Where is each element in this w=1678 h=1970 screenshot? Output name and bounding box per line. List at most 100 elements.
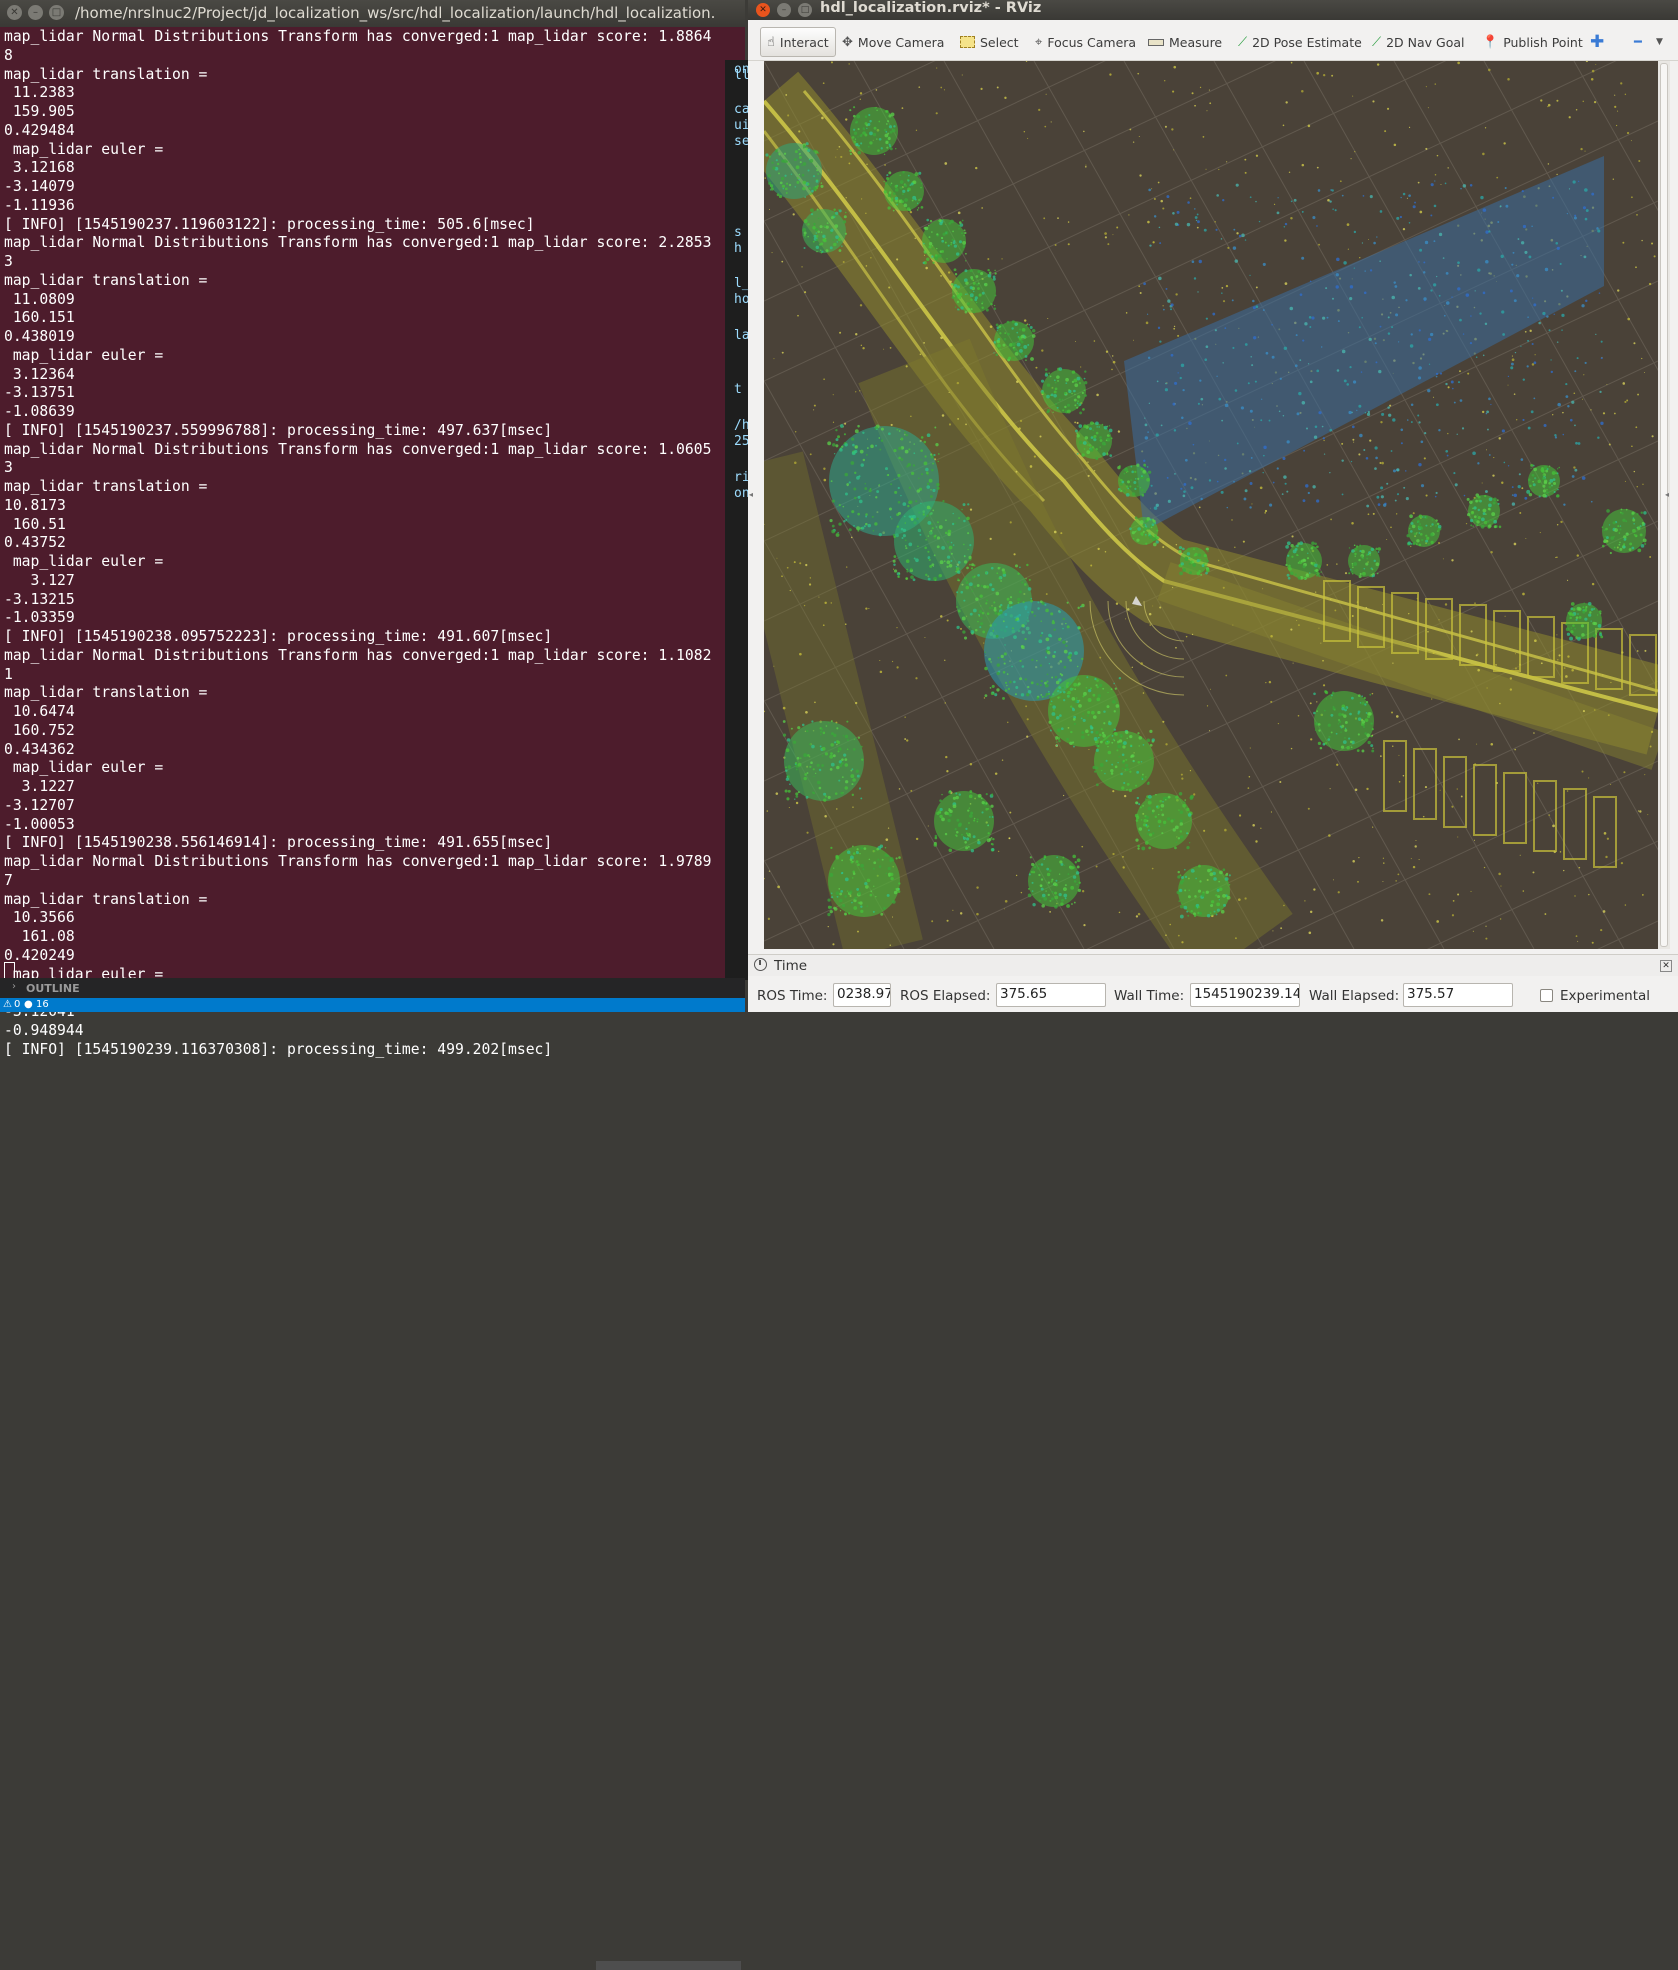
ruler-icon bbox=[1148, 38, 1164, 46]
move-arrows-icon: ✥ bbox=[842, 34, 853, 50]
terminal-line: [ INFO] [1545190238.556146914]: processi… bbox=[4, 834, 553, 852]
interact-label: Interact bbox=[779, 34, 829, 50]
ros-elapsed-label: ROS Elapsed: bbox=[900, 988, 991, 1004]
move-camera-tool-button[interactable]: ✥ Move Camera bbox=[842, 30, 944, 54]
terminal-output[interactable]: map_lidar Normal Distributions Transform… bbox=[4, 28, 739, 1059]
close-icon[interactable]: ✕ bbox=[1660, 960, 1672, 972]
editor-text-fragment: h bbox=[734, 241, 742, 256]
left-panel-collapse-handle[interactable]: ◂ bbox=[749, 490, 757, 499]
terminal-line: -0.948944 bbox=[4, 1021, 84, 1039]
parked-car-outline bbox=[1503, 772, 1527, 844]
outline-scrollbar[interactable] bbox=[596, 1961, 741, 1970]
chevron-down-icon: ▼ bbox=[1656, 37, 1663, 47]
terminal-title: /home/nrslnuc2/Project/jd_localization_w… bbox=[75, 4, 716, 22]
close-icon[interactable]: ✕ bbox=[7, 5, 22, 20]
minimize-icon[interactable]: – bbox=[777, 3, 791, 17]
warning-icon: ⚠ bbox=[3, 999, 12, 1010]
terminal-line: 3.127 bbox=[4, 571, 75, 589]
minus-icon: ━ bbox=[1634, 34, 1642, 50]
add-tool-button[interactable]: ✚ bbox=[1590, 30, 1609, 54]
wall-time-field[interactable]: 1545190239.14 bbox=[1190, 983, 1300, 1007]
terminal-line: -3.13215 bbox=[4, 590, 75, 608]
terminal-line: map_lidar Normal Distributions Transform… bbox=[4, 853, 712, 870]
focus-camera-tool-button[interactable]: ⌖ Focus Camera bbox=[1035, 30, 1136, 54]
terminal-line: [ INFO] [1545190238.095752223]: processi… bbox=[4, 628, 553, 645]
select-box-icon bbox=[960, 36, 975, 48]
parked-car-outline bbox=[1593, 796, 1617, 868]
terminal-line: 1 bbox=[4, 665, 13, 683]
measure-tool-button[interactable]: Measure bbox=[1148, 30, 1222, 54]
wall-elapsed-field[interactable]: 375.57 bbox=[1403, 983, 1513, 1007]
tree-points bbox=[1042, 369, 1086, 413]
rviz-window[interactable]: ✕ – □ hdl_localization.rviz* - RViz ☝ In… bbox=[748, 0, 1678, 1012]
wall-time-label: Wall Time: bbox=[1114, 988, 1185, 1004]
terminal-line: 0.420249 bbox=[4, 946, 75, 964]
terminal-line: [ INFO] [1545190237.119603122]: processi… bbox=[4, 215, 535, 233]
ros-time-field[interactable]: 0238.97 bbox=[833, 983, 891, 1007]
splitter-handle[interactable] bbox=[1660, 63, 1668, 947]
terminal-line: [ INFO] [1545190239.116370308]: processi… bbox=[4, 1040, 553, 1058]
parked-car-outline bbox=[1533, 780, 1557, 852]
terminal-line: 159.905 bbox=[4, 103, 75, 120]
terminal-line: -1.08639 bbox=[4, 403, 75, 420]
measure-label: Measure bbox=[1169, 34, 1223, 50]
select-label: Select bbox=[980, 34, 1019, 50]
editor-status-bar: ⚠ 0 ● 16 bbox=[0, 998, 745, 1012]
time-panel-title: Time bbox=[774, 958, 808, 974]
parked-car-outline bbox=[1473, 764, 1497, 836]
interact-tool-button[interactable]: ☝ Interact bbox=[760, 27, 836, 57]
tree-points bbox=[1408, 515, 1440, 547]
terminal-window[interactable]: ✕ – □ /home/nrslnuc2/Project/jd_localiza… bbox=[0, 0, 745, 1058]
terminal-line: -3.13751 bbox=[4, 384, 75, 402]
pose-estimate-tool-button[interactable]: ⟋ 2D Pose Estimate bbox=[1238, 30, 1362, 54]
publish-point-tool-button[interactable]: 📍 Publish Point bbox=[1482, 30, 1583, 54]
close-icon[interactable]: ✕ bbox=[756, 3, 770, 17]
tree-points bbox=[828, 845, 900, 917]
info-icon: ● bbox=[24, 999, 33, 1010]
terminal-line: map_lidar Normal Distributions Transform… bbox=[4, 28, 712, 45]
viewport-splitter[interactable] bbox=[1658, 61, 1670, 949]
terminal-line: 160.752 bbox=[4, 721, 75, 739]
time-panel-header: Time ✕ bbox=[748, 954, 1678, 977]
3d-viewport[interactable] bbox=[764, 61, 1658, 949]
outline-panel-header[interactable]: › OUTLINE bbox=[0, 978, 745, 1970]
terminal-line: 160.51 bbox=[4, 515, 66, 533]
terminal-line: -1.11936 bbox=[4, 196, 75, 214]
terminal-line: map_lidar euler = bbox=[4, 553, 164, 570]
focus-camera-label: Focus Camera bbox=[1047, 34, 1137, 50]
terminal-line: map_lidar Normal Distributions Transform… bbox=[4, 234, 712, 252]
terminal-titlebar[interactable]: ✕ – □ /home/nrslnuc2/Project/jd_localiza… bbox=[0, 0, 745, 27]
terminal-line: 0.438019 bbox=[4, 328, 75, 345]
status-warnings[interactable]: 16 bbox=[36, 999, 49, 1010]
maximize-icon[interactable]: □ bbox=[49, 5, 64, 20]
terminal-line: -3.14079 bbox=[4, 178, 75, 195]
maximize-icon[interactable]: □ bbox=[798, 3, 812, 17]
terminal-line: 11.2383 bbox=[4, 84, 75, 102]
parked-car-outline bbox=[1443, 756, 1467, 828]
minimize-icon[interactable]: – bbox=[28, 5, 43, 20]
remove-tool-button[interactable]: ━ bbox=[1634, 30, 1647, 54]
crosshair-icon: ⌖ bbox=[1035, 34, 1043, 50]
terminal-line: 3.12364 bbox=[4, 365, 75, 383]
hand-pointer-icon: ☝ bbox=[767, 34, 775, 50]
terminal-line: 3.1227 bbox=[4, 778, 75, 795]
terminal-line: 3.12168 bbox=[4, 159, 75, 177]
background-editor-strip: on ll ca ui se s h l_ ho la t/h 25 ri on bbox=[725, 60, 750, 980]
point-cloud-map bbox=[764, 61, 1658, 949]
select-tool-button[interactable]: Select bbox=[960, 30, 1019, 54]
parked-car-outline bbox=[1413, 748, 1437, 820]
toolbar-menu-button[interactable]: ▼ bbox=[1656, 30, 1668, 54]
outline-label: OUTLINE bbox=[26, 982, 80, 995]
map-pin-icon: 📍 bbox=[1482, 34, 1499, 50]
editor-text-fragment: s bbox=[734, 225, 742, 240]
ros-time-label: ROS Time: bbox=[757, 988, 828, 1004]
nav-goal-tool-button[interactable]: ⟋ 2D Nav Goal bbox=[1372, 30, 1465, 54]
status-errors[interactable]: 0 bbox=[14, 999, 20, 1010]
green-arrow-icon: ⟋ bbox=[1238, 34, 1248, 50]
terminal-line: 3 bbox=[4, 253, 13, 270]
rviz-titlebar[interactable]: ✕ – □ hdl_localization.rviz* - RViz bbox=[748, 0, 1678, 20]
right-panel-collapse-handle[interactable]: ◂ bbox=[1665, 490, 1673, 499]
terminal-line: map_lidar Normal Distributions Transform… bbox=[4, 646, 712, 664]
ros-elapsed-field[interactable]: 375.65 bbox=[996, 983, 1106, 1007]
experimental-checkbox[interactable] bbox=[1540, 989, 1553, 1002]
